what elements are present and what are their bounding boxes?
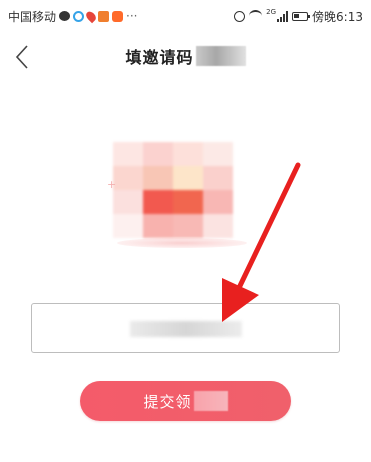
signal-icon bbox=[277, 10, 289, 22]
invite-code-input[interactable] bbox=[32, 304, 339, 352]
sparkle-icon: + bbox=[107, 178, 117, 191]
mosaic-cell bbox=[173, 190, 203, 214]
submit-redaction-blur bbox=[193, 391, 228, 411]
qq-icon bbox=[73, 10, 85, 22]
mosaic-cell bbox=[113, 190, 143, 214]
network-type: 2G bbox=[266, 8, 277, 16]
wifi-icon bbox=[249, 10, 263, 22]
mosaic-cell bbox=[203, 142, 233, 166]
mosaic-cell bbox=[203, 166, 233, 190]
mosaic-cell bbox=[113, 166, 143, 190]
app-d-icon bbox=[112, 10, 124, 22]
alarm-icon bbox=[234, 10, 246, 22]
illustration-shadow bbox=[117, 238, 247, 248]
map-pin-icon bbox=[84, 9, 98, 23]
mosaic-cell bbox=[173, 142, 203, 166]
status-right: 2G 傍晚6:13 bbox=[234, 8, 363, 25]
mosaic-cell bbox=[113, 142, 143, 166]
gift-illustration: + bbox=[107, 142, 253, 252]
submit-button[interactable]: 提交领 bbox=[80, 381, 291, 421]
mosaic-cell bbox=[143, 190, 173, 214]
mosaic-cell bbox=[173, 166, 203, 190]
submit-label: 提交领 bbox=[143, 392, 192, 411]
mosaic-cell bbox=[143, 166, 173, 190]
mosaic-cell bbox=[143, 214, 173, 238]
title-redaction-blur bbox=[195, 46, 246, 66]
header-title-wrap: 填邀请码 bbox=[0, 44, 371, 68]
status-bar: 中国移动 ··· 2G 傍晚6:13 bbox=[0, 0, 371, 32]
clock-time: 傍晚6:13 bbox=[312, 9, 363, 24]
page-title: 填邀请码 bbox=[125, 48, 194, 67]
header: 填邀请码 bbox=[0, 32, 371, 82]
battery-icon bbox=[292, 11, 311, 21]
gift-mosaic-image bbox=[113, 142, 233, 238]
chat-bubble-icon bbox=[59, 11, 71, 21]
mosaic-cell bbox=[113, 214, 143, 238]
status-left: 中国移动 ··· bbox=[8, 8, 137, 25]
mosaic-cell bbox=[173, 214, 203, 238]
mosaic-cell bbox=[203, 190, 233, 214]
invite-code-field[interactable] bbox=[31, 303, 340, 353]
carrier-name: 中国移动 bbox=[8, 9, 57, 24]
app-p-icon bbox=[98, 10, 110, 22]
mosaic-cell bbox=[143, 142, 173, 166]
mosaic-cell bbox=[203, 214, 233, 238]
more-notifications-icon: ··· bbox=[126, 8, 138, 23]
